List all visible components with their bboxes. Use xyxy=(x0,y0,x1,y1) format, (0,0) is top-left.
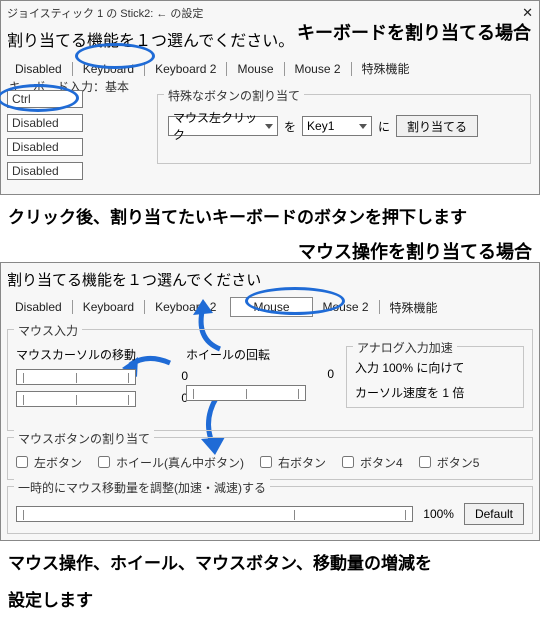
wheel-slider[interactable] xyxy=(186,385,306,401)
key-slot-2[interactable]: Disabled xyxy=(7,114,83,132)
temp-adjust-slider[interactable] xyxy=(16,506,413,522)
chk-right-button[interactable]: 右ボタン xyxy=(260,454,326,471)
special-source-select[interactable]: マウス左クリック xyxy=(168,116,278,136)
cursor-zero-top: 0 xyxy=(181,369,188,383)
wheel-rotate-label: ホイールの回転 xyxy=(186,346,336,363)
key-slot-3[interactable]: Disabled xyxy=(7,138,83,156)
chk-button4[interactable]: ボタン4 xyxy=(342,454,403,471)
mouse-input-fieldset: マウス入力 マウスカーソルの移動 0 0 ホイールの回転 xyxy=(7,329,533,431)
default-button[interactable]: Default xyxy=(464,503,524,525)
mouse-input-label: マウス入力 xyxy=(14,322,82,339)
tab2-keyboard[interactable]: Keyboard xyxy=(73,297,144,317)
temp-adjust-percent: 100% xyxy=(423,507,454,521)
tab-special[interactable]: 特殊機能 xyxy=(352,57,420,80)
prompt-text-2: 割り当てる機能を１つ選んでください xyxy=(1,263,539,296)
mouse-buttons-label: マウスボタンの割り当て xyxy=(14,430,154,447)
special-assign-label: 特殊なボタンの割り当て xyxy=(164,87,304,104)
tab-disabled[interactable]: Disabled xyxy=(5,59,72,79)
tab2-mouse2[interactable]: Mouse 2 xyxy=(313,297,379,317)
tab-keyboard[interactable]: Keyboard xyxy=(73,59,144,79)
cursor-move-label: マウスカーソルの移動 xyxy=(16,346,176,363)
tab2-keyboard2[interactable]: Keyboard 2 xyxy=(145,297,226,317)
tab-keyboard2[interactable]: Keyboard 2 xyxy=(145,59,226,79)
tab-mouse2[interactable]: Mouse 2 xyxy=(285,59,351,79)
chk-button5[interactable]: ボタン5 xyxy=(419,454,480,471)
analog-accel-line1: 入力 100% に向けて xyxy=(355,359,515,376)
annotation-mouse-case: マウス操作を割り当てる場合 xyxy=(298,238,532,264)
text-ni: に xyxy=(378,118,390,135)
annotation-mouse-instruction-1: マウス操作、ホイール、マウスボタン、移動量の増減を xyxy=(0,547,540,590)
analog-accel-title: アナログ入力加速 xyxy=(353,339,457,356)
annotation-keyboard-case: キーボードを割り当てる場合 xyxy=(297,19,531,45)
chk-wheel-button[interactable]: ホイール(真ん中ボタン) xyxy=(98,454,244,471)
temp-move-adjust-label: 一時的にマウス移動量を調整(加速・減速)する xyxy=(14,479,270,496)
tab-mouse[interactable]: Mouse xyxy=(227,59,283,79)
text-wo: を xyxy=(284,118,296,135)
tab2-disabled[interactable]: Disabled xyxy=(5,297,72,317)
mouse-buttons-fieldset: マウスボタンの割り当て 左ボタン ホイール(真ん中ボタン) 右ボタン ボタン4 … xyxy=(7,437,533,480)
key-slot-1[interactable]: Ctrl xyxy=(7,90,83,108)
wheel-zero: 0 xyxy=(327,367,334,381)
cursor-v-slider[interactable] xyxy=(16,391,136,407)
tab-bar-2: Disabled Keyboard Keyboard 2 Mouse Mouse… xyxy=(1,296,539,325)
temp-move-adjust-fieldset: 一時的にマウス移動量を調整(加速・減速)する 100% Default xyxy=(7,486,533,534)
tab2-mouse[interactable]: Mouse xyxy=(230,297,312,317)
keyboard-slot-list: Ctrl Disabled Disabled Disabled xyxy=(7,90,157,210)
analog-accel-line2: カーソル速度を 1 倍 xyxy=(355,384,515,401)
chk-left-button[interactable]: 左ボタン xyxy=(16,454,82,471)
key-slot-4[interactable]: Disabled xyxy=(7,162,83,180)
tab2-special[interactable]: 特殊機能 xyxy=(380,296,448,319)
special-target-select[interactable]: Key1 xyxy=(302,116,372,136)
annotation-mouse-instruction-2: 設定します xyxy=(0,590,540,627)
cursor-h-slider[interactable] xyxy=(16,369,136,385)
special-button-assign: 特殊なボタンの割り当て マウス左クリック を Key1 に 割り当てる xyxy=(157,94,531,164)
assign-button[interactable]: 割り当てる xyxy=(396,115,478,137)
